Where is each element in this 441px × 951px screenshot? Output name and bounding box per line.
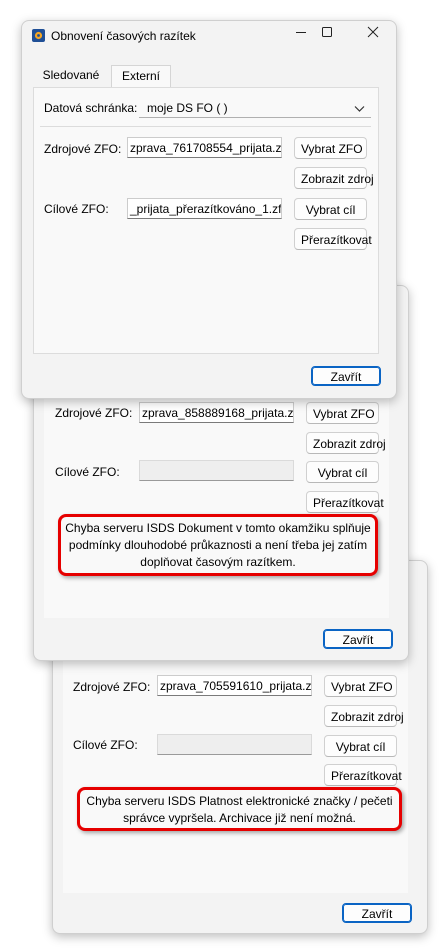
- target-field[interactable]: _prijata_přerazítkováno_1.zfo: [127, 198, 282, 219]
- chevron-down-icon: [354, 102, 365, 116]
- dialog-3-restamp-button[interactable]: Přerazítkovat: [324, 764, 402, 786]
- dialog-3-source-label: Zdrojové ZFO:: [73, 680, 151, 694]
- select-target-button[interactable]: Vybrat cíl: [294, 198, 367, 220]
- dialog-3-target-field[interactable]: [157, 734, 312, 755]
- dialog-2-error-line-1: Chyba serveru ISDS Dokument v tomto okam…: [65, 521, 371, 535]
- dialog-3-target-label: Cílové ZFO:: [73, 738, 138, 752]
- dialog-2-show-source-button[interactable]: Zobrazit zdroj: [306, 432, 386, 454]
- dialog-2-target-field[interactable]: [139, 460, 294, 481]
- dialog-2-select-target-button[interactable]: Vybrat cíl: [306, 461, 379, 483]
- select-source-button[interactable]: Vybrat ZFO: [294, 137, 367, 159]
- databox-divider: [40, 126, 371, 127]
- dialog-2-target-label: Cílové ZFO:: [55, 465, 120, 479]
- source-field[interactable]: zprava_761708554_prijata.zfo: [127, 137, 282, 158]
- dialog-3-select-source-button[interactable]: Vybrat ZFO: [324, 675, 397, 697]
- dialog-2-error-line-3: doplňovat časovým razítkem.: [140, 555, 296, 569]
- dialog-3-select-target-button[interactable]: Vybrat cíl: [324, 735, 397, 757]
- dialog-1-title: Obnovení časových razítek: [51, 29, 196, 43]
- dialog-1-titlebar[interactable]: Obnovení časových razítek: [22, 21, 396, 49]
- dialog-3-error-line-2: správce vypršela. Archivace již není mož…: [123, 811, 356, 825]
- source-label: Zdrojové ZFO:: [44, 142, 122, 156]
- databox-select[interactable]: moje DS FO ( ): [139, 96, 371, 118]
- close-icon[interactable]: [358, 25, 388, 45]
- dialog-2-error-line-2: podmínky dlouhodobé průkaznosti a není t…: [68, 538, 368, 552]
- dialog-2-source-label: Zdrojové ZFO:: [55, 406, 133, 420]
- dialog-2-select-source-button[interactable]: Vybrat ZFO: [306, 402, 379, 424]
- tab-sledovane[interactable]: Sledované: [33, 68, 109, 88]
- close-button[interactable]: Zavřít: [311, 366, 381, 386]
- dialog-2-error-message: Chyba serveru ISDS Dokument v tomto okam…: [58, 514, 378, 576]
- target-label: Cílové ZFO:: [44, 202, 109, 216]
- databox-selected-value: moje DS FO ( ): [147, 101, 228, 115]
- app-stamp-icon: [32, 29, 45, 42]
- dialog-3-error-line-1: Chyba serveru ISDS Platnost elektronické…: [86, 794, 393, 808]
- dialog-3-source-field[interactable]: zprava_705591610_prijata.zfo: [157, 675, 312, 696]
- dialog-3-error-message: Chyba serveru ISDS Platnost elektronické…: [77, 787, 402, 831]
- dialog-3-show-source-button[interactable]: Zobrazit zdroj: [324, 705, 404, 727]
- dialog-1: Obnovení časových razítek Sledované Exte…: [21, 20, 397, 399]
- dialog-2-restamp-button[interactable]: Přerazítkovat: [306, 491, 384, 513]
- maximize-icon[interactable]: [312, 25, 342, 45]
- dialog-1-panel: [33, 87, 379, 354]
- dialog-3-close-button[interactable]: Zavřít: [342, 903, 412, 923]
- tab-externi[interactable]: Externí: [111, 65, 171, 88]
- restamp-button[interactable]: Přerazítkovat: [294, 228, 372, 250]
- dialog-2-close-button[interactable]: Zavřít: [323, 629, 393, 649]
- show-source-button[interactable]: Zobrazit zdroj: [294, 167, 374, 189]
- databox-label: Datová schránka:: [44, 101, 138, 115]
- dialog-2-source-field[interactable]: zprava_858889168_prijata.zfo: [139, 402, 294, 423]
